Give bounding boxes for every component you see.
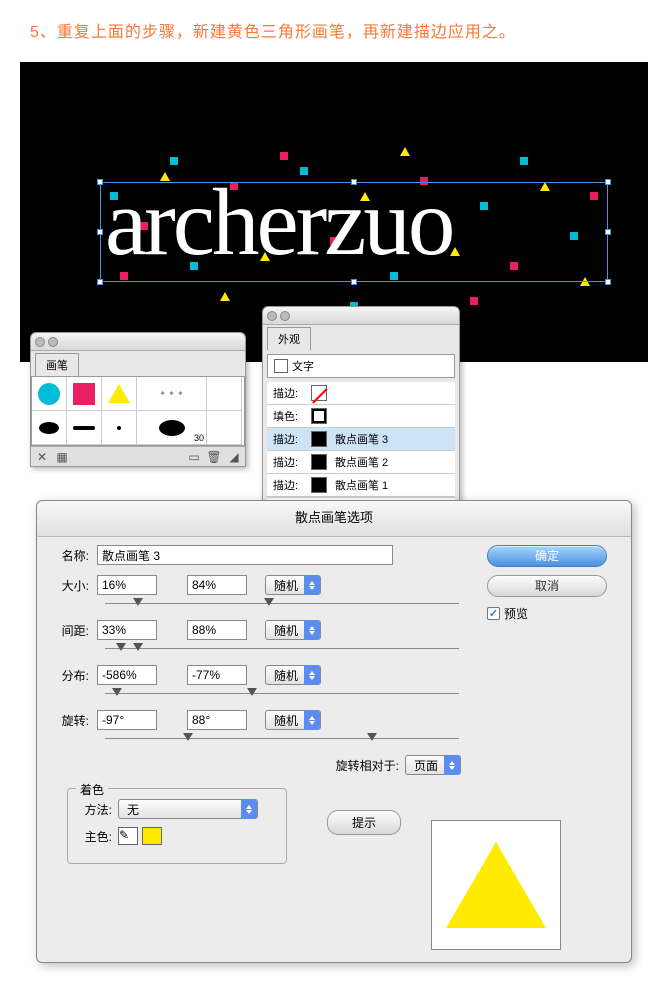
spacing-min-input[interactable] (97, 620, 157, 640)
scatter-slider[interactable] (105, 690, 459, 698)
sel-handle[interactable] (97, 229, 103, 235)
brush-swatch-magenta[interactable] (67, 377, 102, 411)
hint-button[interactable]: 提示 (327, 810, 401, 835)
close-icon[interactable] (267, 311, 277, 321)
rotation-max-input[interactable] (187, 710, 247, 730)
keycolor-label: 主色: (78, 828, 118, 845)
brush-footer: ✕ ▦ ▭ 🗑 ◢ (31, 446, 245, 466)
appearance-row-stroke-1[interactable]: 描边: 散点画笔 1 (267, 474, 455, 497)
sel-handle[interactable] (605, 279, 611, 285)
cancel-button[interactable]: 取消 (487, 575, 607, 597)
brush-preview (431, 820, 561, 950)
brush-stroke-2[interactable] (67, 411, 102, 445)
appearance-row-stroke[interactable]: 描边: (267, 382, 455, 405)
name-label: 名称: (47, 547, 97, 564)
size-label: 大小: (47, 577, 97, 594)
sel-handle[interactable] (351, 279, 357, 285)
name-input[interactable] (97, 545, 393, 565)
rotate-rel-dropdown[interactable]: 页面 (405, 755, 461, 775)
delete-brush-icon[interactable]: 🗑 (207, 450, 221, 464)
tint-group-label: 着色 (76, 781, 108, 798)
spacing-mode-dropdown[interactable]: 随机 (265, 620, 321, 640)
step-instruction: 5、重复上面的步骤，新建黄色三角形画笔，再新建描边应用之。 (0, 0, 668, 62)
brush-grid: ✦ ✦ ✦ 30 (31, 376, 245, 446)
brush-stroke-3[interactable] (102, 411, 137, 445)
brush-options-icon[interactable]: ▦ (55, 450, 69, 464)
tint-group: 着色 方法: 无 主色: ✎ (67, 788, 287, 864)
size-min-input[interactable] (97, 575, 157, 595)
spacing-max-input[interactable] (187, 620, 247, 640)
brush-overflow[interactable] (207, 377, 242, 411)
appearance-object: 文字 (267, 354, 455, 378)
dialog-title: 散点画笔选项 (37, 501, 631, 537)
brush-panel[interactable]: 画笔 ✦ ✦ ✦ 30 ✕ ▦ ▭ 🗑 ◢ (30, 332, 246, 467)
size-mode-dropdown[interactable]: 随机 (265, 575, 321, 595)
artwork-text: archerzuo (105, 167, 452, 277)
rotation-mode-dropdown[interactable]: 随机 (265, 710, 321, 730)
brush-stroke-1[interactable] (32, 411, 67, 445)
spacing-slider[interactable] (105, 645, 459, 653)
sel-handle[interactable] (97, 279, 103, 285)
scatter-label: 分布: (47, 667, 97, 684)
sel-handle[interactable] (97, 179, 103, 185)
ok-button[interactable]: 确定 (487, 545, 607, 567)
appearance-row-fill[interactable]: 填色: (267, 405, 455, 428)
none-swatch-icon (311, 385, 327, 401)
close-icon[interactable] (35, 337, 45, 347)
preview-checkbox[interactable]: ✓ (487, 607, 500, 620)
rotate-rel-label: 旋转相对于: (336, 757, 399, 774)
rotation-label: 旋转: (47, 712, 97, 729)
brush-confetti[interactable]: ✦ ✦ ✦ (137, 377, 207, 411)
black-swatch-icon (311, 454, 327, 470)
method-dropdown[interactable]: 无 (118, 799, 258, 819)
brush-empty[interactable] (207, 411, 242, 445)
method-label: 方法: (78, 801, 118, 818)
keycolor-swatch[interactable] (142, 827, 162, 845)
minimize-icon[interactable] (48, 337, 58, 347)
size-max-input[interactable] (187, 575, 247, 595)
rotation-min-input[interactable] (97, 710, 157, 730)
minimize-icon[interactable] (280, 311, 290, 321)
brush-swatch-yellow-triangle[interactable] (102, 377, 137, 411)
size-slider[interactable] (105, 600, 459, 608)
remove-brush-icon[interactable]: ✕ (35, 450, 49, 464)
brush-tab[interactable]: 画笔 (35, 353, 79, 376)
brush-swatch-cyan[interactable] (32, 377, 67, 411)
scatter-min-input[interactable] (97, 665, 157, 685)
scatter-brush-options-dialog: 散点画笔选项 名称: 大小: 随机 间距: 随机 (36, 500, 632, 963)
hollow-swatch-icon (311, 408, 327, 424)
eyedropper-icon[interactable]: ✎ (118, 827, 138, 845)
new-brush-icon[interactable]: ▭ (187, 450, 201, 464)
sel-handle[interactable] (605, 179, 611, 185)
panel-titlebar[interactable] (263, 307, 459, 325)
sel-handle[interactable] (605, 229, 611, 235)
panel-titlebar[interactable] (31, 333, 245, 351)
brush-stroke-30[interactable]: 30 (137, 411, 207, 445)
preview-label: 预览 (504, 605, 528, 622)
black-swatch-icon (311, 477, 327, 493)
scatter-mode-dropdown[interactable]: 随机 (265, 665, 321, 685)
appearance-row-stroke-2[interactable]: 描边: 散点画笔 2 (267, 451, 455, 474)
resize-icon[interactable]: ◢ (227, 450, 241, 464)
appearance-tab[interactable]: 外观 (267, 327, 311, 350)
scatter-max-input[interactable] (187, 665, 247, 685)
rotation-slider[interactable] (105, 735, 459, 743)
black-swatch-icon (311, 431, 327, 447)
appearance-row-stroke-3[interactable]: 描边: 散点画笔 3 (267, 428, 455, 451)
spacing-label: 间距: (47, 622, 97, 639)
yellow-triangle-icon (446, 842, 546, 928)
